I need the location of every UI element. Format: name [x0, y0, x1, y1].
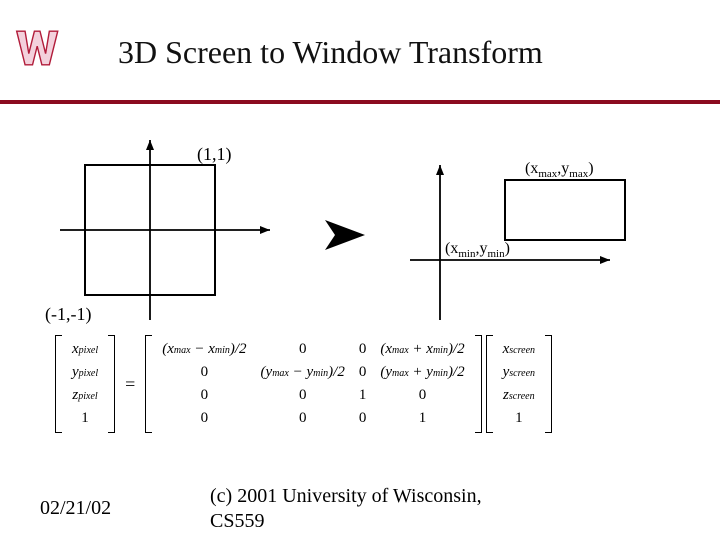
pixel-vector: xpixel ypixel zpixel 1: [64, 337, 106, 431]
equals-sign: =: [119, 374, 141, 395]
screen-vector: xscreen yscreen zscreen 1: [495, 337, 543, 431]
right-bottom-label: (xmin,ymin): [445, 240, 510, 260]
right-top-label: (xmax,ymax): [525, 160, 594, 180]
right-axes: [410, 165, 625, 320]
transform-arrow-icon: [325, 220, 365, 250]
wisconsin-logo: [12, 20, 68, 76]
transform-diagram: (1,1) (-1,-1) (xmax,ymax) (xmin,ymin): [30, 140, 690, 340]
left-top-label: (1,1): [197, 144, 232, 165]
footer-date: 02/21/02: [40, 497, 111, 520]
footer-copyright: (c) 2001 University of Wisconsin, CS559: [210, 484, 530, 534]
slide-title: 3D Screen to Window Transform: [118, 34, 543, 71]
left-bottom-label: (-1,-1): [45, 304, 92, 325]
title-rule: [0, 100, 720, 104]
matrix-equation: xpixel ypixel zpixel 1 = (xmax − xmin)/2…: [55, 335, 695, 433]
left-axes: [60, 140, 270, 320]
transform-matrix: (xmax − xmin)/2 0 0 (xmax + xmin)/2 0 (y…: [154, 337, 472, 431]
